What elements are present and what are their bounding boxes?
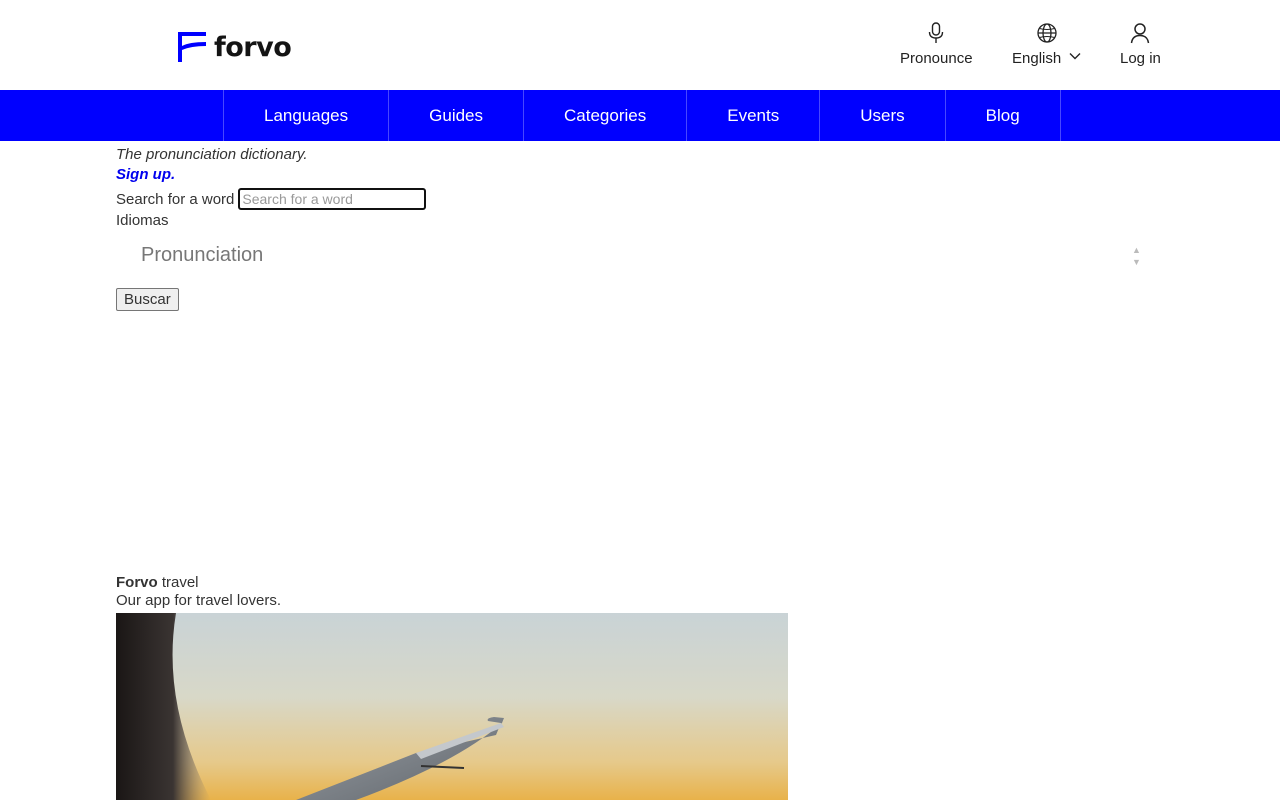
select-value: Pronunciation [141, 244, 264, 266]
languages-label: Idiomas [116, 212, 169, 229]
language-label: English [1012, 50, 1062, 67]
pronounce-label: Pronounce [900, 50, 973, 67]
login-label: Log in [1120, 50, 1161, 67]
travel-title-suffix: travel [157, 574, 199, 591]
nav-item-blog[interactable]: Blog [946, 90, 1061, 141]
forvo-logo-icon [178, 31, 206, 62]
search-submit-button[interactable]: Buscar [116, 288, 179, 311]
globe-icon [1036, 23, 1057, 43]
main-navigation: Languages Guides Categories Events Users… [0, 90, 1280, 141]
search-input[interactable] [238, 188, 427, 210]
signup-link[interactable]: Sign up. [116, 165, 1166, 185]
search-label: Search for a word [116, 190, 235, 208]
travel-promo-image[interactable] [116, 613, 788, 800]
select-arrows-icon: ▲ ▼ [1132, 245, 1141, 267]
nav-item-categories[interactable]: Categories [524, 90, 688, 141]
nav-item-languages[interactable]: Languages [224, 90, 390, 141]
language-select[interactable]: Pronunciation ▲ ▼ [116, 234, 1146, 280]
login-link[interactable]: Log in [1120, 22, 1161, 67]
nav-item-guides[interactable]: Guides [389, 90, 525, 141]
pronounce-link[interactable]: Pronounce [900, 22, 973, 67]
travel-brand: Forvo [116, 574, 158, 591]
travel-promo: Forvo travel Our app for travel lovers. [116, 574, 281, 609]
tagline: The pronunciation dictionary. [116, 146, 308, 163]
site-header: forvo Pronounce English Log in [0, 0, 1280, 90]
search-row: Search for a word [116, 187, 1166, 211]
language-selector[interactable]: English [1012, 22, 1081, 67]
forvo-logo[interactable]: forvo [175, 28, 292, 63]
nav-item-events[interactable]: Events [687, 90, 821, 141]
user-icon [1131, 23, 1150, 44]
search-section: The pronunciation dictionary. Sign up. S… [116, 145, 1166, 311]
nav-item-users[interactable]: Users [820, 90, 946, 141]
microphone-icon [929, 22, 944, 43]
airplane-wing-image [116, 613, 788, 800]
travel-subtitle: Our app for travel lovers. [116, 592, 282, 609]
logo-wordmark: forvo [214, 32, 292, 63]
chevron-down-icon [1069, 52, 1081, 59]
